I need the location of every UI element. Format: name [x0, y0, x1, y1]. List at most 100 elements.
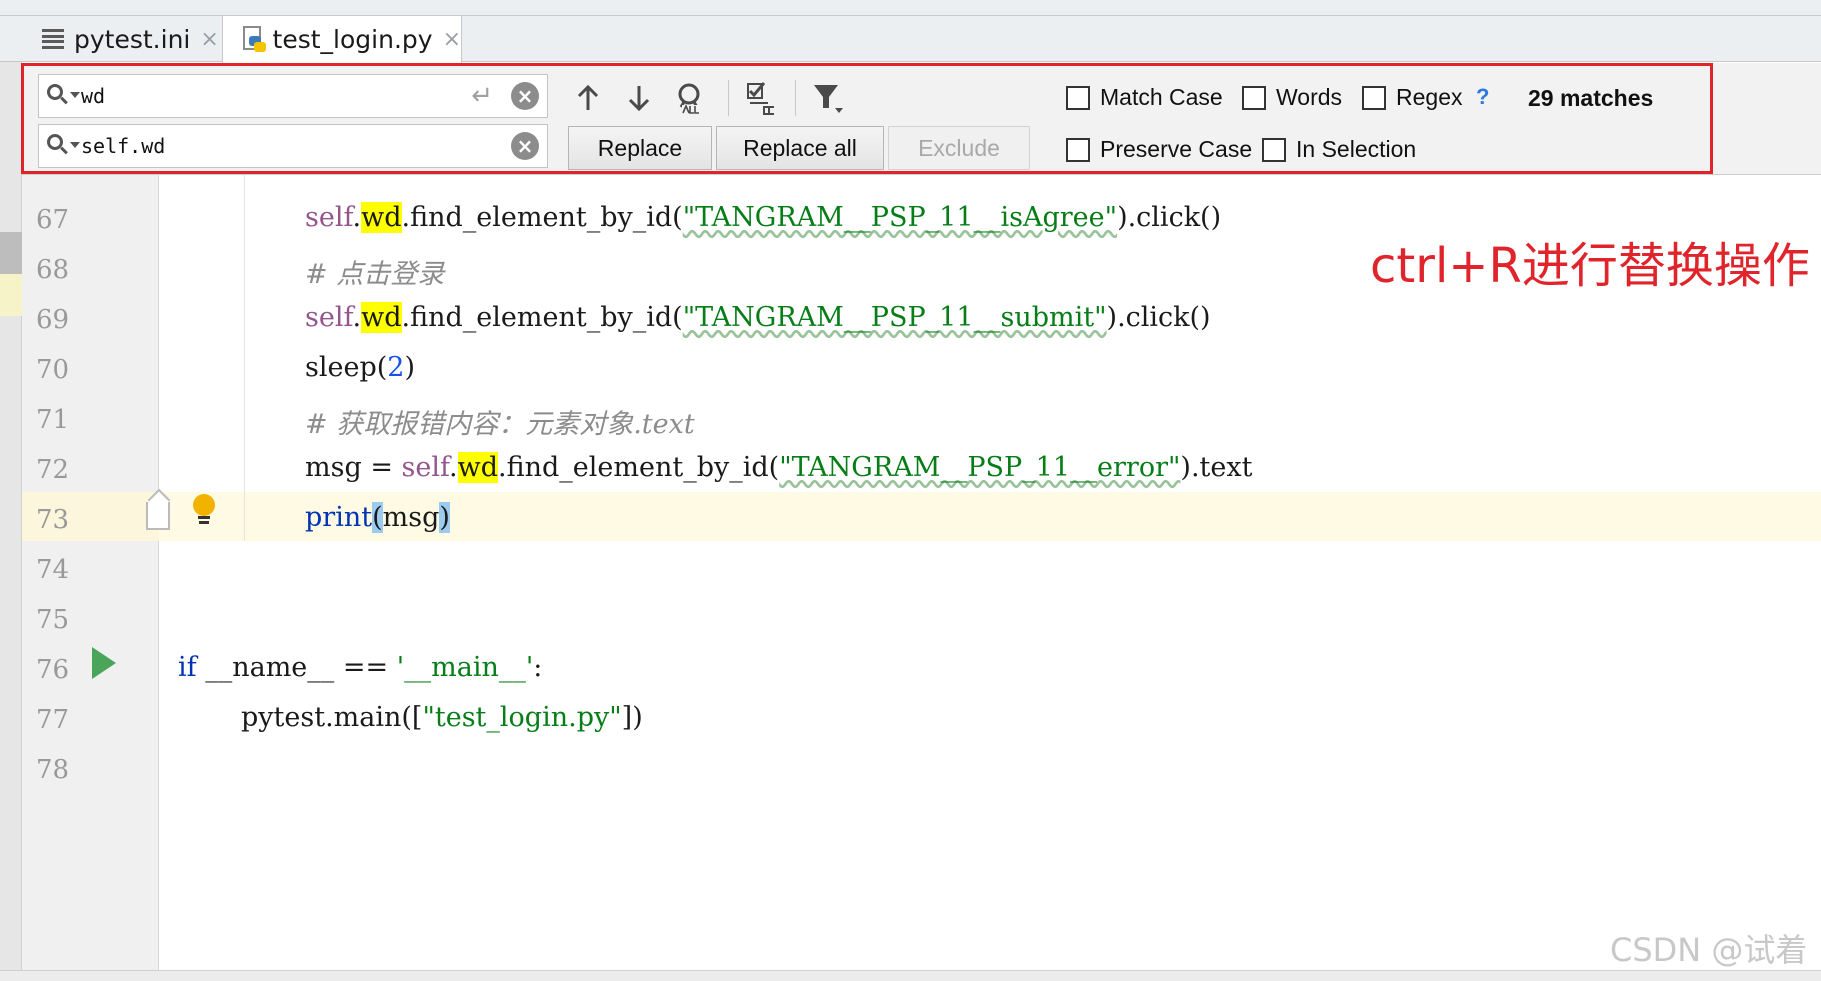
code-line-73[interactable]: print(msg)	[305, 502, 450, 533]
tab-label: pytest.ini	[74, 24, 191, 54]
line-number: 76	[36, 655, 70, 685]
code-token: self	[305, 302, 353, 333]
checkbox-box[interactable]	[1362, 85, 1386, 110]
close-tab-icon[interactable]: ×	[443, 27, 461, 52]
line-number: 75	[36, 605, 70, 635]
search-match: wd	[361, 302, 402, 333]
code-line-68[interactable]: # 点击登录	[305, 252, 444, 291]
match-case-checkbox[interactable]: Match Case	[1066, 84, 1223, 111]
code-token: ).text	[1180, 452, 1253, 483]
toolbar-separator	[795, 80, 796, 116]
code-bracket: )	[439, 502, 450, 533]
project-side-strip	[0, 62, 22, 981]
code-line-69[interactable]: self.wd.find_element_by_id("TANGRAM__PSP…	[305, 302, 1211, 333]
replace-all-button[interactable]: Replace all	[716, 126, 884, 170]
checkbox-box[interactable]	[1262, 137, 1286, 162]
line-number: 72	[36, 455, 70, 485]
code-token: msg	[382, 502, 440, 533]
filter-icon[interactable]	[808, 78, 848, 118]
code-token: .	[352, 202, 362, 233]
arrow-up-icon[interactable]	[568, 78, 608, 118]
words-checkbox[interactable]: Words	[1242, 84, 1342, 111]
code-bracket: (	[372, 502, 383, 533]
clear-search-icon[interactable]: ×	[511, 82, 539, 110]
code-token: .	[449, 452, 458, 483]
code-line-77[interactable]: pytest.main(["test_login.py"])	[241, 702, 643, 733]
code-token: self	[305, 202, 353, 233]
tab-pytest-ini[interactable]: pytest.ini ×	[28, 16, 220, 62]
line-number: 67	[36, 205, 70, 235]
line-number: 77	[36, 705, 70, 735]
editor-tab-bar: pytest.ini × test_login.py ×	[0, 0, 1821, 64]
option-label: In Selection	[1296, 136, 1417, 162]
code-token: .	[352, 302, 362, 333]
line-number: 74	[36, 555, 70, 585]
replace-history-icon[interactable]	[39, 125, 81, 167]
replace-button[interactable]: Replace	[568, 126, 712, 170]
code-string: "TANGRAM__PSP_11__error"	[779, 452, 1181, 483]
search-input[interactable]: wd	[81, 84, 471, 108]
run-icon[interactable]	[92, 647, 116, 679]
preserve-case-checkbox[interactable]: Preserve Case	[1066, 136, 1252, 163]
code-token: self	[401, 452, 450, 483]
checkbox-box[interactable]	[1066, 137, 1090, 162]
code-line-67[interactable]: self.wd.find_element_by_id("TANGRAM__PSP…	[305, 202, 1221, 233]
close-tab-icon[interactable]: ×	[200, 27, 218, 52]
watermark: CSDN @试着	[1610, 931, 1808, 969]
code-token: .find_element_by_id(	[401, 202, 683, 233]
line-number: 70	[36, 355, 70, 385]
regex-help-link[interactable]: ?	[1476, 84, 1489, 110]
code-line-76[interactable]: if __name__ == '__main__':	[178, 652, 542, 683]
lightbulb-icon[interactable]	[191, 494, 217, 530]
line-number: 68	[36, 255, 70, 285]
code-token: )	[404, 352, 415, 383]
match-count: 29 matches	[1528, 85, 1654, 111]
python-file-icon	[241, 25, 266, 54]
code-line-70[interactable]: sleep(2)	[305, 352, 415, 383]
search-history-icon[interactable]	[39, 75, 81, 117]
toolbar-separator	[728, 80, 729, 116]
code-token: ])	[621, 702, 643, 733]
replace-input[interactable]: self.wd	[81, 134, 511, 158]
arrow-down-icon[interactable]	[619, 78, 659, 118]
search-field[interactable]: wd ↵ ×	[38, 74, 548, 118]
line-number: 69	[36, 305, 70, 335]
code-string: "test_login.py"	[422, 702, 622, 733]
annotation-text: ctrl+R进行替换操作	[1370, 238, 1810, 294]
new-line-icon[interactable]: ↵	[471, 81, 493, 111]
code-token: sleep(	[305, 352, 388, 383]
line-number: 73	[36, 505, 70, 535]
code-number: 2	[387, 352, 405, 383]
search-match: wd	[457, 452, 499, 483]
code-string: "TANGRAM__PSP_11__isAgree"	[682, 202, 1118, 233]
code-token: :	[533, 652, 543, 683]
editor-bottom-border	[0, 970, 1821, 981]
code-line-71[interactable]: # 获取报错内容：元素对象.text	[305, 402, 695, 441]
code-string: '__main__'	[396, 652, 534, 683]
code-token: .find_element_by_id(	[401, 302, 683, 333]
fold-icon[interactable]	[146, 502, 170, 530]
tab-test-login-py[interactable]: test_login.py ×	[222, 16, 462, 64]
current-line-highlight	[22, 492, 1821, 541]
filter-checklist-icon[interactable]	[742, 78, 782, 118]
side-strip-marker	[0, 274, 22, 316]
search-match: wd	[361, 202, 402, 233]
line-number: 78	[36, 755, 70, 785]
code-line-72[interactable]: msg = self.wd.find_element_by_id("TANGRA…	[305, 452, 1252, 483]
in-selection-checkbox[interactable]: In Selection	[1262, 136, 1416, 163]
option-label: Match Case	[1100, 84, 1223, 110]
code-builtin: print	[305, 502, 373, 533]
checkbox-box[interactable]	[1066, 85, 1090, 110]
replace-field[interactable]: self.wd ×	[38, 124, 548, 168]
regex-checkbox[interactable]: Regex	[1362, 84, 1462, 111]
option-label: Regex	[1396, 84, 1463, 110]
code-token: ).click()	[1106, 302, 1211, 333]
select-all-occurrences-icon[interactable]	[671, 78, 711, 118]
clear-replace-icon[interactable]: ×	[511, 132, 539, 160]
text-file-icon	[42, 29, 64, 49]
option-label: Preserve Case	[1100, 136, 1253, 162]
checkbox-box[interactable]	[1242, 85, 1266, 110]
exclude-button[interactable]: Exclude	[888, 126, 1030, 170]
code-token: .find_element_by_id(	[498, 452, 780, 483]
code-token: __name__ ==	[196, 652, 397, 683]
